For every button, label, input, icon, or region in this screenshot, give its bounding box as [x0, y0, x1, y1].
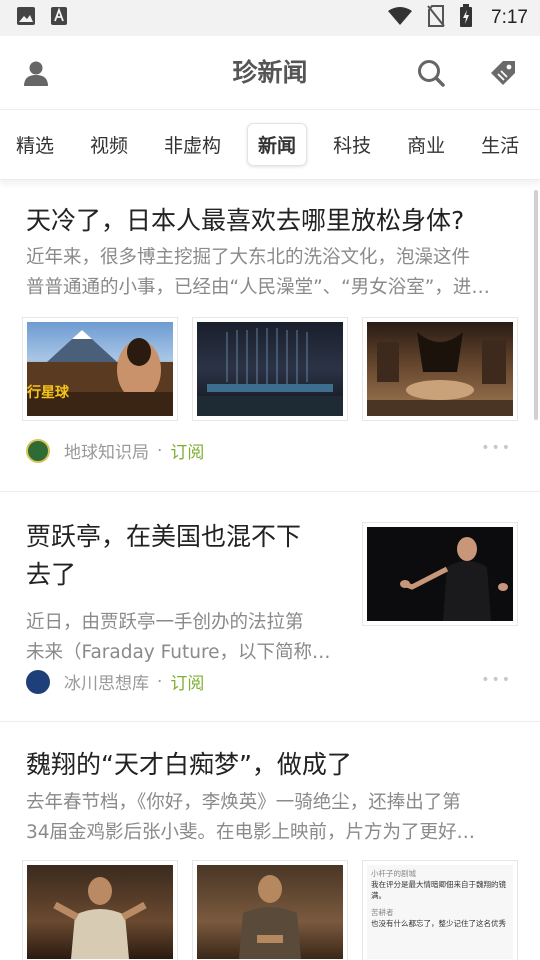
article-thumbnails: 行星球 — [22, 317, 518, 421]
tab-featured[interactable]: 精选 — [6, 124, 64, 165]
article-title[interactable]: 天冷了，日本人最喜欢去哪里放松身体? — [26, 202, 464, 240]
article-thumbnail[interactable] — [362, 522, 518, 626]
tab-life[interactable]: 生活 — [471, 124, 529, 165]
image-icon — [16, 6, 36, 30]
article-thumbnail[interactable] — [362, 317, 518, 421]
article-thumbnail[interactable] — [192, 317, 348, 421]
tab-nonfiction[interactable]: 非虚构 — [154, 124, 231, 165]
app-title: 珍新闻 — [232, 58, 308, 87]
status-bar: 7:17 — [0, 0, 540, 36]
subscribe-link[interactable]: 订阅 — [170, 438, 204, 463]
meta-separator: · — [157, 440, 163, 461]
article-meta: 冰川思想库 · 订阅 — [26, 669, 204, 694]
tab-tech[interactable]: 科技 — [323, 124, 381, 165]
thumbnail-caption: 行星球 — [27, 385, 69, 401]
scrollbar[interactable] — [534, 190, 538, 420]
app-header: 珍新闻 — [0, 36, 540, 110]
news-feed[interactable]: 天冷了，日本人最喜欢去哪里放松身体? 近年来，很多博主挖掘了大东北的洗浴文化，泡… — [0, 180, 540, 960]
category-tabs: 精选 视频 非虚构 新闻 科技 商业 生活 书 — [0, 110, 540, 180]
article-thumbnails: 小杆子的剧城 我在评分是最大情暗卿佃来自于魏翔的镜 满。 苦耕者 也没有什么都忘… — [22, 860, 518, 960]
article-card[interactable]: 魏翔的“天才白痴梦”，做成了 去年春节档，《你好，李焕英》一骑绝尘，还捧出了第 … — [0, 722, 540, 960]
source-avatar — [26, 438, 50, 463]
more-options-icon[interactable]: ••• — [481, 672, 512, 688]
wifi-icon — [387, 6, 413, 30]
article-summary: 近年来，很多博主挖掘了大东北的洗浴文化，泡澡这件 普普通通的小事，已经由“人民澡… — [26, 247, 490, 298]
article-summary: 近日，由贾跃亭一手创办的法拉第 未来（Faraday Future，以下简称… — [26, 612, 331, 663]
article-title[interactable]: 贾跃亭，在美国也混不下 去了 — [26, 518, 336, 594]
tab-news[interactable]: 新闻 — [247, 123, 308, 166]
article-thumbnail[interactable]: 小杆子的剧城 我在评分是最大情暗卿佃来自于魏翔的镜 满。 苦耕者 也没有什么都忘… — [362, 860, 518, 960]
subscribe-link[interactable]: 订阅 — [170, 669, 204, 694]
no-sim-icon — [427, 5, 445, 31]
article-thumbnail[interactable]: 行星球 — [22, 317, 178, 421]
article-summary: 去年春节档，《你好，李焕英》一骑绝尘，还捧出了第 34届金鸡影后张小斐。在电影上… — [26, 792, 476, 843]
article-card[interactable]: 贾跃亭，在美国也混不下 去了 近日，由贾跃亭一手创办的法拉第 未来（Farada… — [0, 492, 540, 722]
meta-separator: · — [157, 671, 163, 692]
source-name[interactable]: 冰川思想库 — [64, 669, 149, 694]
article-thumbnail[interactable] — [192, 860, 348, 960]
clock: 7:17 — [491, 7, 528, 28]
more-options-icon[interactable]: ••• — [481, 440, 512, 456]
battery-charging-icon — [459, 4, 473, 32]
tab-business[interactable]: 商业 — [397, 124, 455, 165]
source-name[interactable]: 地球知识局 — [64, 438, 149, 463]
source-avatar — [26, 669, 50, 694]
article-card[interactable]: 天冷了，日本人最喜欢去哪里放松身体? 近年来，很多博主挖掘了大东北的洗浴文化，泡… — [0, 180, 540, 492]
tag-icon[interactable] — [486, 56, 520, 90]
article-meta: 地球知识局 · 订阅 — [26, 438, 204, 463]
search-icon[interactable] — [414, 56, 448, 90]
article-thumbnail[interactable] — [22, 860, 178, 960]
article-title[interactable]: 魏翔的“天才白痴梦”，做成了 — [26, 746, 352, 784]
keyboard-a-icon — [50, 6, 68, 30]
tab-video[interactable]: 视频 — [80, 124, 138, 165]
